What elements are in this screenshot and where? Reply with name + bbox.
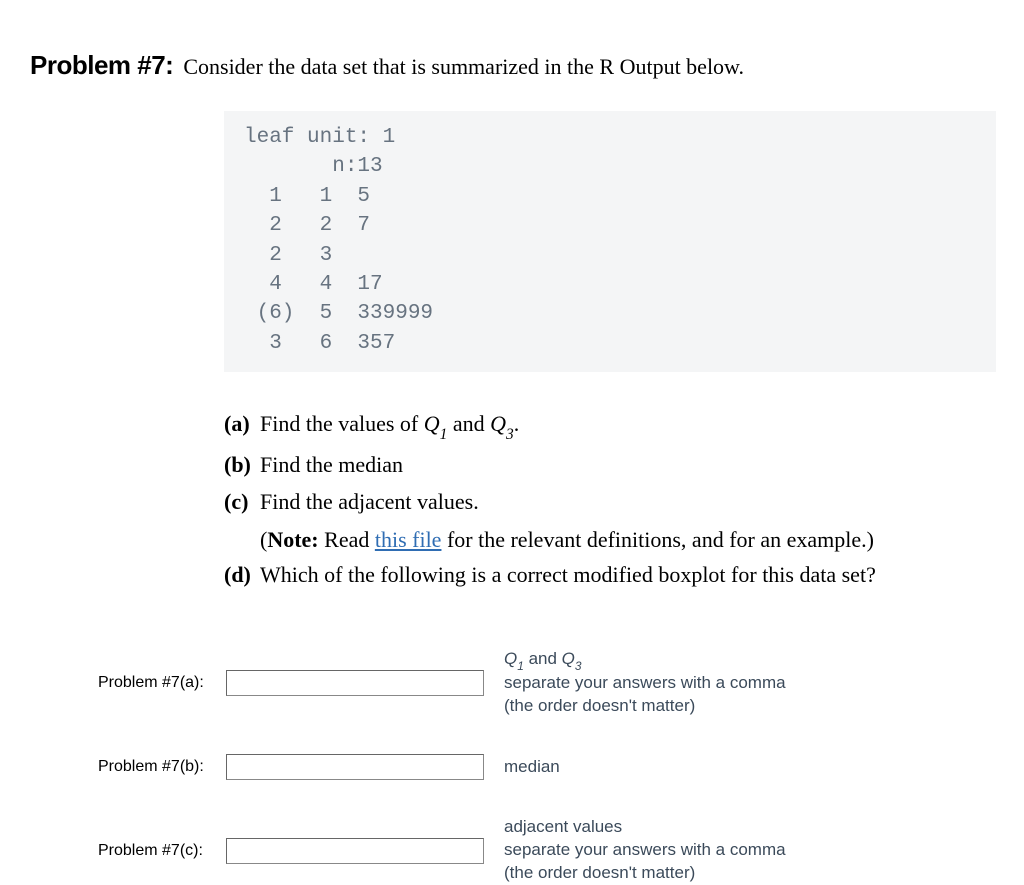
- text: for the relevant definitions, and for an…: [441, 527, 874, 552]
- code-line: 3 6 357: [244, 332, 395, 355]
- answer-row-c: Problem #7(c): adjacent values separate …: [98, 816, 994, 885]
- part-label: (c): [224, 484, 260, 519]
- code-line: 2 3: [244, 244, 332, 267]
- part-c-note: (Note: Read this file for the relevant d…: [260, 522, 996, 557]
- part-label: (b): [224, 447, 260, 482]
- answer-row-b: Problem #7(b): median: [98, 754, 994, 780]
- q: Q: [424, 411, 440, 436]
- code-line: 1 1 5: [244, 185, 370, 208]
- answer-label-a: Problem #7(a):: [98, 674, 226, 692]
- answer-input-b[interactable]: [226, 754, 484, 780]
- answer-hint-b: median: [504, 756, 560, 779]
- code-line: (6) 5 339999: [244, 302, 433, 325]
- r-output-block: leaf unit: 1 n:13 1 1 5 2 2 7 2 3 4 4 17…: [224, 111, 996, 372]
- answer-label-c: Problem #7(c):: [98, 842, 226, 860]
- q1-symbol: Q1: [424, 411, 448, 436]
- hint-line: adjacent values: [504, 817, 622, 836]
- q: Q: [504, 649, 517, 668]
- part-label: (d): [224, 557, 260, 592]
- sub: 3: [506, 426, 514, 443]
- answer-hint-a: Q1 and Q3 separate your answers with a c…: [504, 648, 786, 718]
- part-a-text: Find the values of Q1 and Q3.: [260, 406, 996, 445]
- answer-hint-c: adjacent values separate your answers wi…: [504, 816, 786, 885]
- text: .: [514, 411, 520, 436]
- part-b: (b) Find the median: [224, 447, 996, 482]
- q3-symbol: Q3: [490, 411, 514, 436]
- code-line: leaf unit: 1: [244, 126, 395, 149]
- part-d-text: Which of the following is a correct modi…: [260, 557, 996, 592]
- text: Read: [319, 527, 375, 552]
- part-d: (d) Which of the following is a correct …: [224, 557, 996, 592]
- code-line: n:13: [244, 155, 383, 178]
- problem-header: Problem #7: Consider the data set that i…: [30, 50, 994, 81]
- answer-input-a[interactable]: [226, 670, 484, 696]
- this-file-link[interactable]: this file: [375, 527, 442, 552]
- part-b-text: Find the median: [260, 447, 996, 482]
- answer-label-b: Problem #7(b):: [98, 758, 226, 776]
- hint-line: separate your answers with a comma: [504, 840, 786, 859]
- q1-symbol: Q1: [504, 649, 524, 668]
- hint-line: separate your answers with a comma: [504, 673, 786, 692]
- hint-line: (the order doesn't matter): [504, 696, 695, 715]
- q: Q: [490, 411, 506, 436]
- sub: 3: [575, 659, 582, 673]
- sub: 1: [517, 659, 524, 673]
- answer-input-c[interactable]: [226, 838, 484, 864]
- problem-prompt: Consider the data set that is summarized…: [183, 54, 744, 80]
- answer-row-a: Problem #7(a): Q1 and Q3 separate your a…: [98, 648, 994, 718]
- part-c-text: Find the adjacent values.: [260, 484, 996, 519]
- hint-line: (the order doesn't matter): [504, 863, 695, 882]
- part-a: (a) Find the values of Q1 and Q3.: [224, 406, 996, 445]
- text: Find the values of: [260, 411, 424, 436]
- part-label: (a): [224, 406, 260, 441]
- code-line: 2 2 7: [244, 214, 370, 237]
- sub: 1: [440, 426, 448, 443]
- text: and: [447, 411, 490, 436]
- q: Q: [562, 649, 575, 668]
- parts-list: (a) Find the values of Q1 and Q3. (b) Fi…: [224, 406, 996, 592]
- answer-section: Problem #7(a): Q1 and Q3 separate your a…: [98, 648, 994, 885]
- note-bold: Note:: [267, 527, 318, 552]
- part-c: (c) Find the adjacent values.: [224, 484, 996, 519]
- text: and: [524, 649, 562, 668]
- problem-label: Problem #7:: [30, 50, 173, 81]
- code-line: 4 4 17: [244, 273, 383, 296]
- q3-symbol: Q3: [562, 649, 582, 668]
